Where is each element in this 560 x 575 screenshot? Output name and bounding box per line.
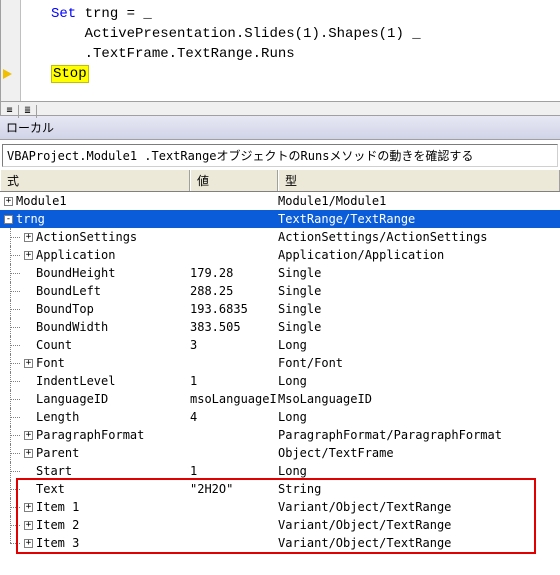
tree-item-type: Long (278, 372, 560, 390)
tree-item-name: IndentLevel (36, 372, 115, 390)
tree-item-name: Text (36, 480, 65, 498)
tree-item-name: ParagraphFormat (36, 426, 144, 444)
tree-item-name: Font (36, 354, 65, 372)
expand-icon[interactable]: + (24, 431, 33, 440)
tree-item-type: Single (278, 282, 560, 300)
tree-item-name: BoundTop (36, 300, 94, 318)
expand-icon[interactable]: + (24, 539, 33, 548)
expand-icon[interactable]: + (24, 233, 33, 242)
execution-pointer-icon (3, 68, 12, 83)
tree-row[interactable]: +Parent Object/TextFrame (0, 444, 560, 462)
code-view-tabs[interactable]: ≡≣ (1, 101, 560, 115)
tree-row[interactable]: +Item 2 Variant/Object/TextRange (0, 516, 560, 534)
tree-row[interactable]: +Item 1 Variant/Object/TextRange (0, 498, 560, 516)
tree-row[interactable]: +Application Application/Application (0, 246, 560, 264)
tree-item-type: Module1/Module1 (278, 192, 560, 210)
tree-item-value: 193.6835 (190, 300, 278, 318)
code-text: Set trng = _ ActivePresentation.Slides(1… (1, 0, 560, 84)
tree-item-type: Object/TextFrame (278, 444, 560, 462)
expand-icon[interactable]: + (24, 251, 33, 260)
tree-item-value: msoLanguageI (190, 390, 278, 408)
tree-row[interactable]: +Font Font/Font (0, 354, 560, 372)
tree-item-value: 288.25 (190, 282, 278, 300)
locals-procedure-path: VBAProject.Module1 .TextRangeオブジェクトのRuns… (2, 144, 558, 167)
tree-item-name: BoundHeight (36, 264, 115, 282)
tree-item-type: Long (278, 336, 560, 354)
tree-item-value: 1 (190, 372, 278, 390)
tree-item-type: Single (278, 300, 560, 318)
tree-row[interactable]: Length 4Long (0, 408, 560, 426)
tree-item-type: Long (278, 462, 560, 480)
tree-item-name: LanguageID (36, 390, 108, 408)
tree-item-type: ParagraphFormat/ParagraphFormat (278, 426, 560, 444)
proc-view-icon[interactable]: ≡ (1, 105, 19, 118)
tree-item-name: Application (36, 246, 115, 264)
expand-icon[interactable]: + (24, 449, 33, 458)
tree-item-name: BoundLeft (36, 282, 101, 300)
tree-item-type: Variant/Object/TextRange (278, 498, 560, 516)
tree-row[interactable]: Start 1Long (0, 462, 560, 480)
tree-item-type: Single (278, 318, 560, 336)
tree-item-value: 179.28 (190, 264, 278, 282)
tree-item-name: Start (36, 462, 72, 480)
locals-tree[interactable]: +Module1Module1/Module1-trngTextRange/Te… (0, 192, 560, 552)
tree-item-value: 1 (190, 462, 278, 480)
tree-item-value: 383.505 (190, 318, 278, 336)
tree-row[interactable]: +ParagraphFormat ParagraphFormat/Paragrap… (0, 426, 560, 444)
full-view-icon[interactable]: ≣ (19, 105, 37, 118)
column-expression[interactable]: 式 (0, 170, 190, 191)
expand-icon[interactable]: + (24, 521, 33, 530)
column-value[interactable]: 値 (190, 170, 278, 191)
tree-row[interactable]: Count 3Long (0, 336, 560, 354)
tree-item-value: 3 (190, 336, 278, 354)
keyword-set: Set (51, 6, 76, 22)
tree-item-name: Item 3 (36, 534, 79, 552)
tree-item-type: Variant/Object/TextRange (278, 534, 560, 552)
tree-row[interactable]: BoundTop 193.6835Single (0, 300, 560, 318)
tree-item-type: Application/Application (278, 246, 560, 264)
tree-item-value: 4 (190, 408, 278, 426)
tree-item-name: trng (16, 210, 45, 228)
tree-row[interactable]: +Module1 Module1/Module1 (0, 192, 560, 210)
expand-icon[interactable]: + (24, 503, 33, 512)
tree-item-name: Item 2 (36, 516, 79, 534)
tree-item-name: Parent (36, 444, 79, 462)
tree-item-name: Module1 (16, 192, 67, 210)
tree-row[interactable]: IndentLevel 1Long (0, 372, 560, 390)
tree-item-name: ActionSettings (36, 228, 137, 246)
tree-row[interactable]: BoundWidth 383.505Single (0, 318, 560, 336)
tree-row[interactable]: -trng TextRange/TextRange (0, 210, 560, 228)
locals-column-headers[interactable]: 式 値 型 (0, 169, 560, 192)
tree-item-type: MsoLanguageID (278, 390, 560, 408)
tree-row[interactable]: LanguageID msoLanguageIMsoLanguageID (0, 390, 560, 408)
expand-icon[interactable]: + (4, 197, 13, 206)
tree-item-type: Single (278, 264, 560, 282)
tree-item-type: ActionSettings/ActionSettings (278, 228, 560, 246)
tree-item-name: BoundWidth (36, 318, 108, 336)
code-gutter (1, 0, 21, 106)
tree-item-type: String (278, 480, 560, 498)
tree-item-type: Variant/Object/TextRange (278, 516, 560, 534)
tree-item-name: Item 1 (36, 498, 79, 516)
expand-icon[interactable]: + (24, 359, 33, 368)
tree-item-type: TextRange/TextRange (278, 210, 560, 228)
tree-item-value: "2H2O" (190, 480, 278, 498)
code-editor[interactable]: Set trng = _ ActivePresentation.Slides(1… (0, 0, 560, 115)
tree-row[interactable]: +ActionSettings ActionSettings/ActionSett… (0, 228, 560, 246)
tree-row[interactable]: BoundHeight 179.28Single (0, 264, 560, 282)
tree-item-name: Length (36, 408, 79, 426)
tree-row[interactable]: +Item 3 Variant/Object/TextRange (0, 534, 560, 552)
keyword-stop: Stop (51, 65, 89, 83)
column-type[interactable]: 型 (278, 170, 560, 191)
tree-item-type: Long (278, 408, 560, 426)
tree-row[interactable]: Text "2H2O"String (0, 480, 560, 498)
tree-item-name: Count (36, 336, 72, 354)
tree-row[interactable]: BoundLeft 288.25Single (0, 282, 560, 300)
tree-item-type: Font/Font (278, 354, 560, 372)
locals-window-title: ローカル (0, 115, 560, 140)
collapse-icon[interactable]: - (4, 215, 13, 224)
